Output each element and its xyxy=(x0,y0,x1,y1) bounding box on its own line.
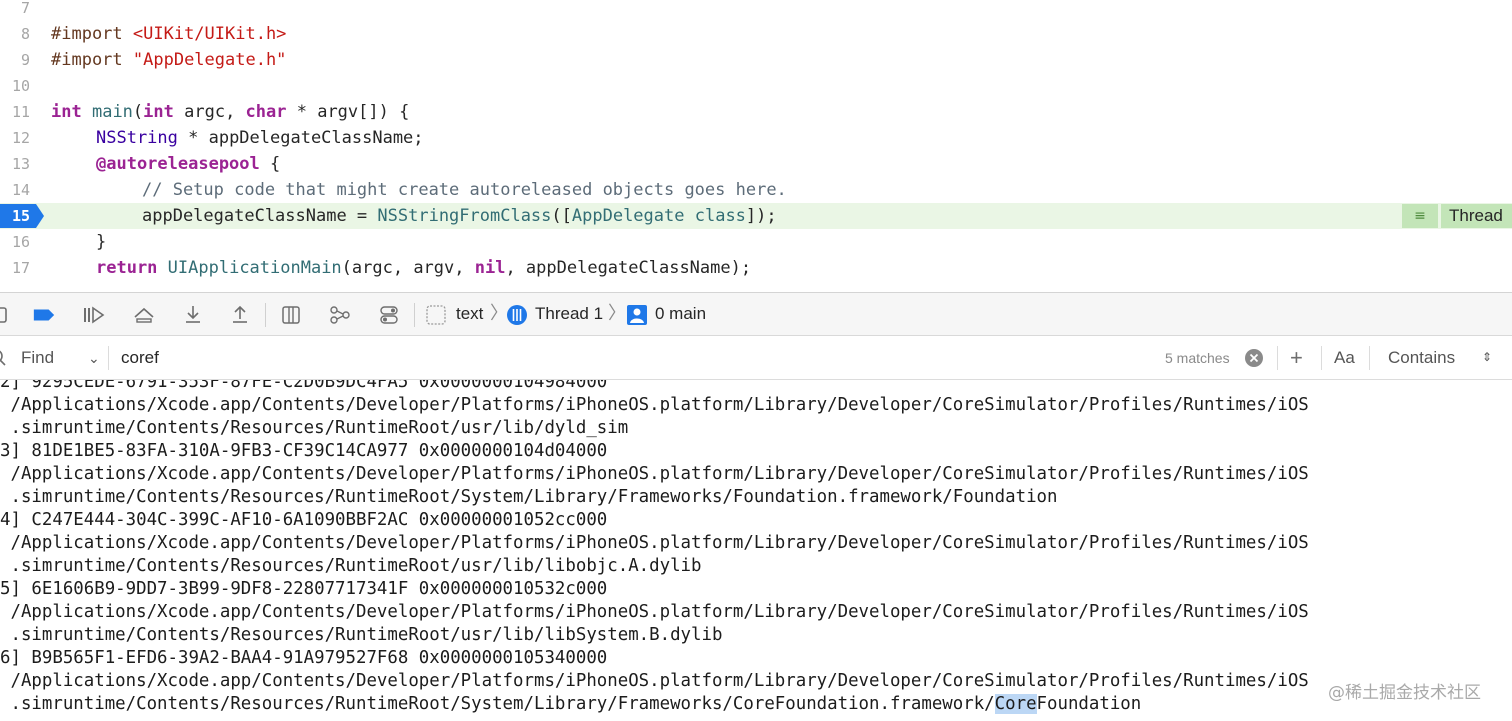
code-text: appDelegateClassName = NSStringFromClass… xyxy=(142,206,777,226)
line-number: 7 xyxy=(20,0,30,17)
add-pattern-icon[interactable]: + xyxy=(1290,336,1303,380)
console-line: /Applications/Xcode.app/Contents/Develop… xyxy=(0,464,1309,484)
clear-search-icon[interactable] xyxy=(1244,336,1264,380)
match-count: 5 matches xyxy=(1165,350,1230,366)
code-text: #import <UIKit/UIKit.h> xyxy=(51,24,287,44)
debug-console[interactable]: 2] 9295CEDE-6791-353F-87FE-C2D0B9DC4FA5 … xyxy=(0,380,1512,721)
code-text: #import "AppDelegate.h" xyxy=(51,50,287,70)
line-number: 11 xyxy=(11,103,30,121)
match-type-select[interactable]: Contains xyxy=(1388,336,1455,380)
console-line: 5] 6E1606B9-9DD7-3B99-9DF8-22807717341F … xyxy=(0,579,608,599)
debug-toolbar: text 〉 Thread 1 〉 0 main xyxy=(0,292,1512,336)
case-sensitive-toggle[interactable]: Aa xyxy=(1334,336,1355,380)
code-line-7: 7 xyxy=(0,0,1512,21)
thread-icon xyxy=(505,303,529,327)
line-number: 8 xyxy=(20,25,30,43)
console-line: /Applications/Xcode.app/Contents/Develop… xyxy=(0,395,1309,415)
continue-icon[interactable] xyxy=(82,303,106,327)
breadcrumb-target[interactable]: text xyxy=(456,293,483,335)
code-text: NSString * appDelegateClassName; xyxy=(96,128,424,148)
console-line-with-match: .simruntime/Contents/Resources/RuntimeRo… xyxy=(0,694,1142,714)
match-type-stepper-icon[interactable]: ⇕ xyxy=(1482,336,1492,380)
console-line: 2] 9295CEDE-6791-353F-87FE-C2D0B9DC4FA5 … xyxy=(0,380,608,392)
step-into-icon[interactable] xyxy=(181,303,205,327)
find-mode-chevron-icon[interactable]: ⌄ xyxy=(88,336,100,380)
code-line-13: 13 @autoreleasepool { xyxy=(0,151,1512,177)
code-line-17: 17 return UIApplicationMain(argc, argv, … xyxy=(0,255,1512,281)
code-line-9: 9 #import "AppDelegate.h" xyxy=(0,47,1512,73)
line-number: 13 xyxy=(11,155,30,173)
hide-debug-area-icon[interactable] xyxy=(0,303,10,327)
find-divider xyxy=(1321,346,1322,370)
app-target-icon[interactable] xyxy=(424,303,448,327)
stack-frame-icon xyxy=(625,303,649,327)
console-line: 4] C247E444-304C-399C-AF10-6A1090BBF2AC … xyxy=(0,510,608,530)
line-number: 12 xyxy=(11,129,30,147)
code-text: int main(int argc, char * argv[]) { xyxy=(51,102,410,122)
code-line-16: 16 } xyxy=(0,229,1512,255)
line-number: 9 xyxy=(20,51,30,69)
code-text: @autoreleasepool { xyxy=(96,154,281,174)
breadcrumb-frame[interactable]: 0 main xyxy=(655,293,706,335)
code-comment: // Setup code that might create autorele… xyxy=(142,180,787,200)
console-line: .simruntime/Contents/Resources/RuntimeRo… xyxy=(0,556,702,576)
find-divider xyxy=(108,346,109,370)
console-line: 3] 81DE1BE5-83FA-310A-9FB3-CF39C14CA977 … xyxy=(0,441,608,461)
breakpoints-toggle-icon[interactable] xyxy=(32,303,56,327)
step-out-icon[interactable] xyxy=(228,303,252,327)
code-line-14: 14 // Setup code that might create autor… xyxy=(0,177,1512,203)
toolbar-divider xyxy=(414,303,415,327)
console-line: .simruntime/Contents/Resources/RuntimeRo… xyxy=(0,625,723,645)
find-mode-select[interactable]: Find xyxy=(21,336,54,380)
environment-overrides-icon[interactable] xyxy=(377,303,401,327)
thread-annotation-icon[interactable]: ≡ xyxy=(1402,204,1438,228)
find-divider xyxy=(1369,346,1370,370)
line-number: 16 xyxy=(11,233,30,251)
search-match-highlight: Core xyxy=(994,694,1037,714)
search-input[interactable]: coref xyxy=(121,336,159,380)
source-editor[interactable]: 7 8 #import <UIKit/UIKit.h> 9 #import "A… xyxy=(0,0,1512,292)
line-number: 17 xyxy=(11,259,30,277)
line-number: 10 xyxy=(11,77,30,95)
code-line-8: 8 #import <UIKit/UIKit.h> xyxy=(0,21,1512,47)
find-bar: Find ⌄ coref 5 matches + Aa Contains ⇕ xyxy=(0,336,1512,380)
code-line-current: 15 appDelegateClassName = NSStringFromCl… xyxy=(0,203,1512,229)
toolbar-divider xyxy=(265,303,266,327)
breadcrumb-chevron-icon: 〉 xyxy=(608,303,626,324)
magnifier-icon xyxy=(0,336,8,380)
line-number: 15 xyxy=(11,207,30,225)
console-line: 6] B9B565F1-EFD6-39A2-BAA4-91A979527F68 … xyxy=(0,648,608,668)
code-text: } xyxy=(96,232,107,252)
view-debugger-icon[interactable] xyxy=(279,303,303,327)
thread-annotation-badge[interactable]: Thread xyxy=(1441,204,1512,228)
line-number: 14 xyxy=(11,181,30,199)
console-line: /Applications/Xcode.app/Contents/Develop… xyxy=(0,602,1309,622)
find-divider xyxy=(1277,346,1278,370)
console-line: /Applications/Xcode.app/Contents/Develop… xyxy=(0,533,1309,553)
code-line-10: 10 xyxy=(0,73,1512,99)
code-text: return UIApplicationMain(argc, argv, nil… xyxy=(96,258,752,278)
code-line-12: 12 NSString * appDelegateClassName; xyxy=(0,125,1512,151)
console-line: /Applications/Xcode.app/Contents/Develop… xyxy=(0,671,1309,691)
memory-graph-icon[interactable] xyxy=(328,303,352,327)
console-line: .simruntime/Contents/Resources/RuntimeRo… xyxy=(0,418,629,438)
watermark-text: @稀土掘金技术社区 xyxy=(1328,683,1481,703)
breadcrumb-thread[interactable]: Thread 1 xyxy=(535,293,603,335)
step-over-icon[interactable] xyxy=(132,303,156,327)
code-line-11: 11 int main(int argc, char * argv[]) { xyxy=(0,99,1512,125)
console-line: .simruntime/Contents/Resources/RuntimeRo… xyxy=(0,487,1058,507)
